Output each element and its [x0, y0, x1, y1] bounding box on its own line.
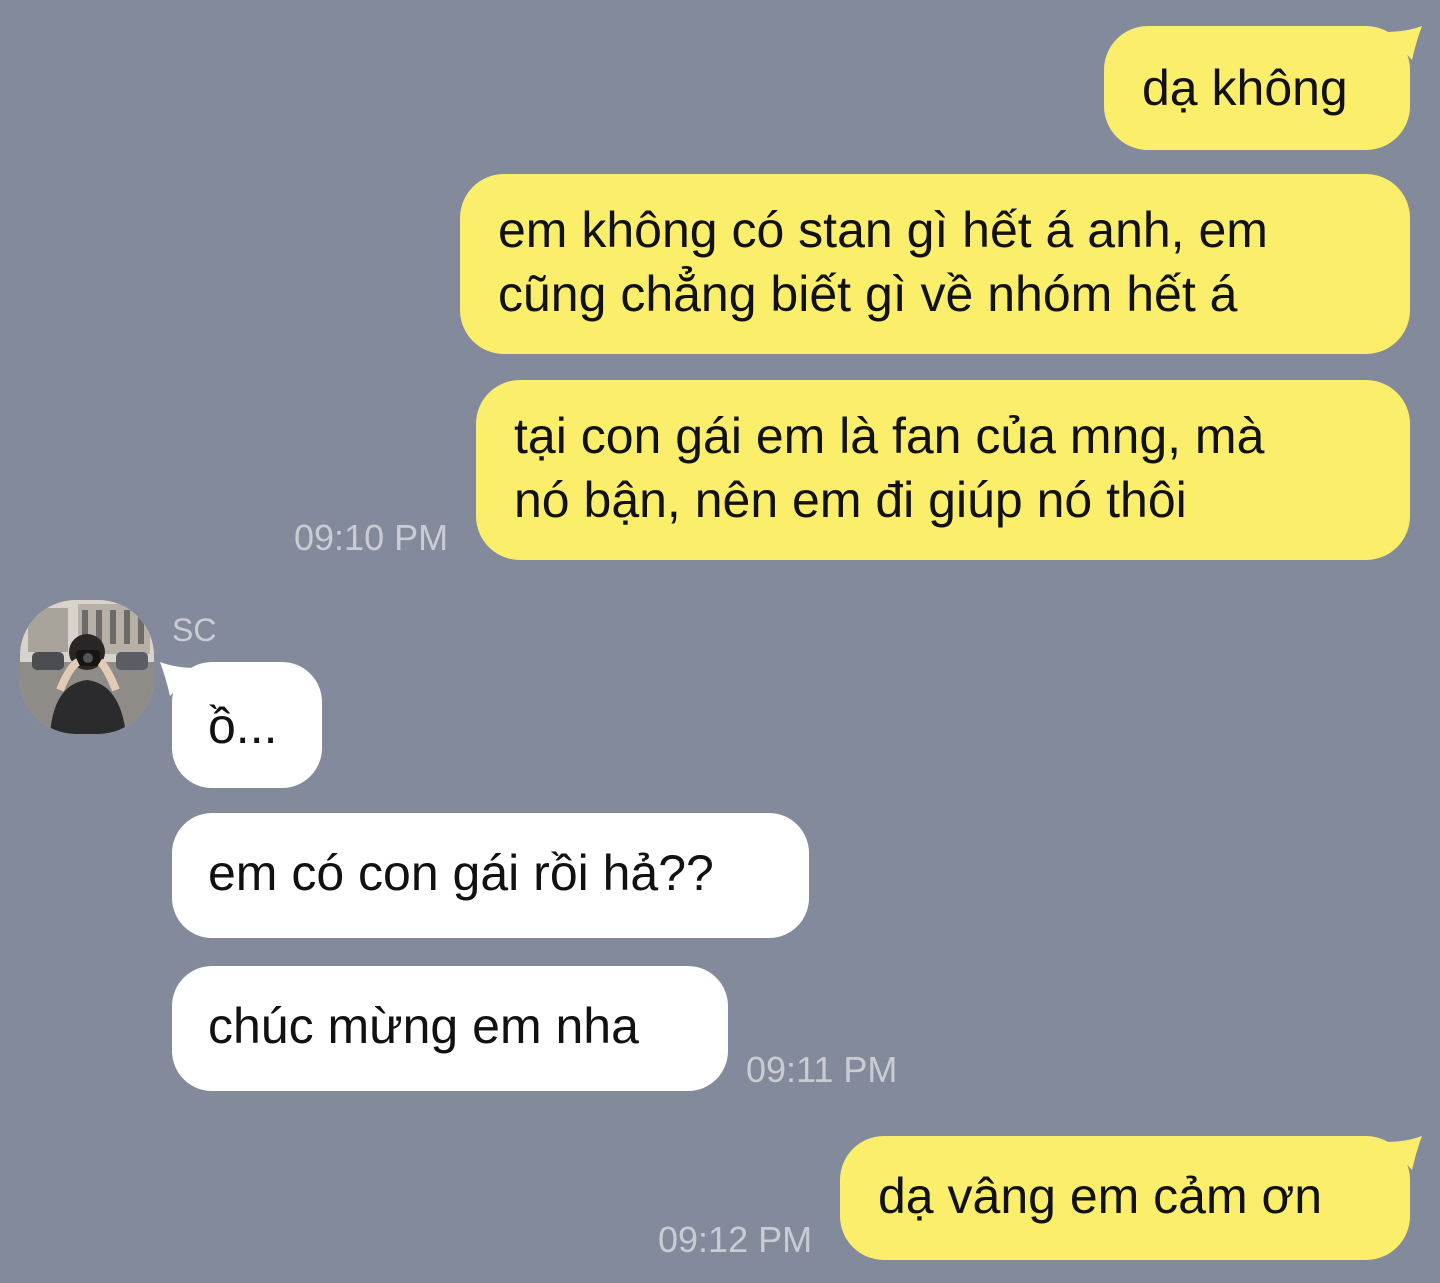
sender-name: SC	[172, 612, 217, 648]
outgoing-message-bubble[interactable]: dạ vâng em cảm ơn	[840, 1136, 1422, 1260]
message-timestamp: 09:12 PM	[658, 1219, 813, 1260]
message-text-line: nó bận, nên em đi giúp nó thôi	[514, 472, 1187, 528]
bubble-tail	[160, 662, 196, 696]
sender-avatar[interactable]	[20, 600, 154, 734]
message-text-line: em không có stan gì hết á anh, em	[498, 202, 1268, 258]
message-text-line: tại con gái em là fan của mng, mà	[514, 408, 1265, 464]
message-text: dạ vâng em cảm ơn	[878, 1168, 1323, 1224]
incoming-message-bubble[interactable]: ồ...	[160, 662, 322, 788]
avatar-photo-icon	[20, 600, 154, 734]
message-text: dạ không	[1142, 60, 1348, 116]
outgoing-message-bubble[interactable]: tại con gái em là fan của mng, mà nó bận…	[476, 380, 1410, 560]
message-timestamp: 09:10 PM	[294, 517, 449, 558]
incoming-message-bubble[interactable]: em có con gái rồi hả??	[172, 813, 809, 938]
message-text-line: cũng chẳng biết gì về nhóm hết á	[498, 266, 1238, 322]
outgoing-message-bubble[interactable]: dạ không	[1104, 26, 1422, 150]
message-text: em có con gái rồi hả??	[208, 845, 714, 901]
bubble-tail	[1386, 26, 1422, 60]
incoming-message-bubble[interactable]: chúc mừng em nha	[172, 966, 728, 1091]
bubble-tail	[1386, 1136, 1422, 1170]
message-text: ồ...	[208, 698, 278, 754]
outgoing-message-bubble[interactable]: em không có stan gì hết á anh, em cũng c…	[460, 174, 1410, 354]
message-text: chúc mừng em nha	[208, 998, 639, 1054]
message-timestamp: 09:11 PM	[746, 1049, 898, 1090]
